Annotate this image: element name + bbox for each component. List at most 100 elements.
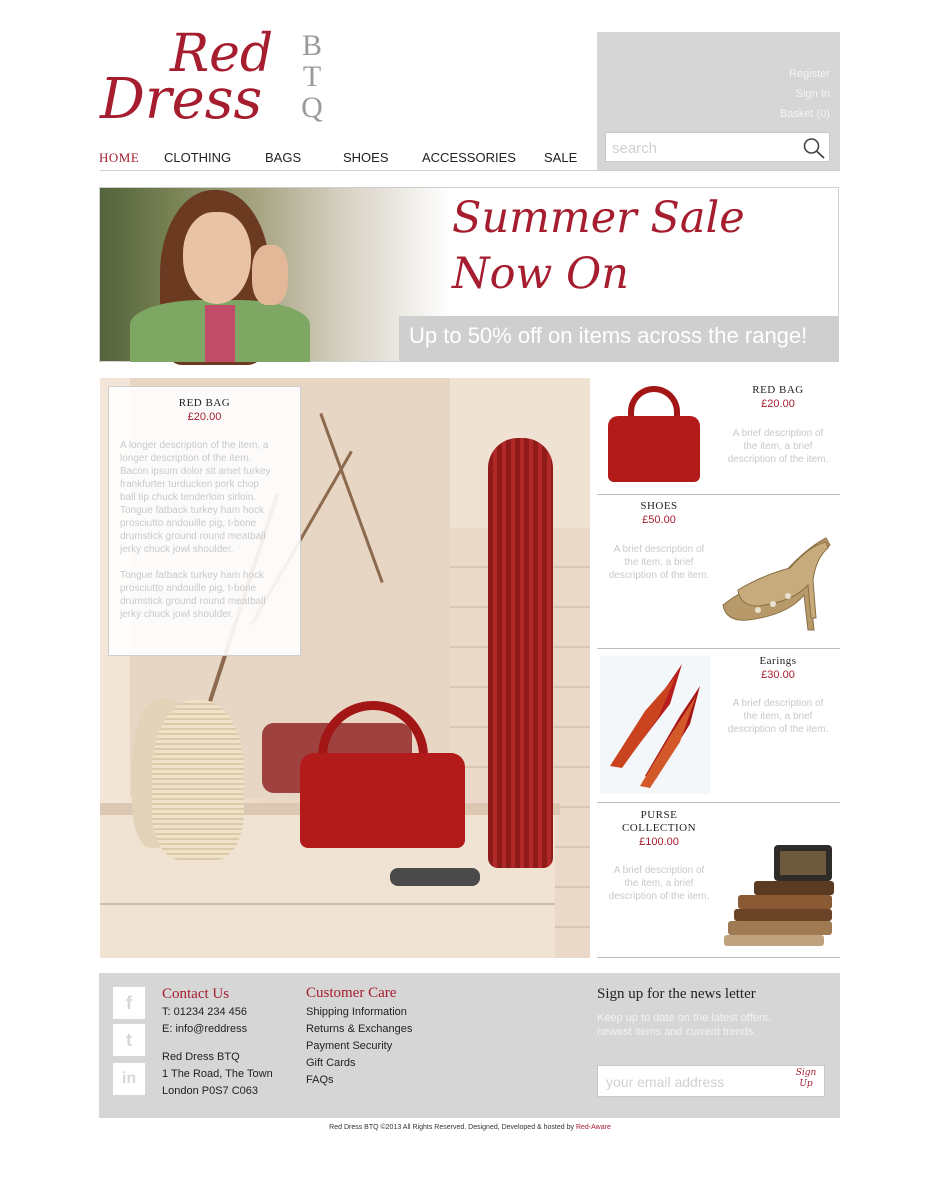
basket-link[interactable]: Basket (0) (780, 108, 830, 120)
product-desc-line: A brief description of (613, 544, 705, 555)
shipping-information-link[interactable]: Shipping Information (306, 1004, 412, 1021)
logo-dress: Dress (100, 67, 263, 132)
feature-desc-line: jerky chuck jowl shoulder. (120, 609, 234, 620)
product-description: A brief description of the item, a brief… (718, 427, 838, 466)
product-price: £50.00 (642, 514, 676, 526)
feature-desc-line: jerky chuck jowl shoulder. (120, 544, 234, 555)
contact-email[interactable]: E: info@reddress (162, 1021, 273, 1038)
banner-title-line1: Summer Sale (452, 193, 745, 243)
product-image-shoes[interactable] (718, 530, 833, 638)
search-input[interactable] (610, 134, 804, 162)
feature-red-bag (300, 753, 465, 848)
contact-heading: Contact Us (162, 986, 230, 1002)
feature-price: £20.00 (187, 411, 222, 423)
sign-up-label: Up (799, 1079, 813, 1089)
feature-description-2: Tongue fatback turkey ham hock prosciutt… (120, 569, 292, 621)
product-desc-line: the item, a brief (743, 441, 813, 452)
red-bag-body (608, 416, 700, 482)
faqs-link[interactable]: FAQs (306, 1072, 412, 1089)
sign-up-button[interactable]: Sign Up (792, 1068, 820, 1090)
logo-btq-letter: T (302, 60, 322, 93)
feature-desc-line: Tongue fatback turkey ham hock (120, 570, 264, 581)
feature-desc-line: frankfurter turducken pork chop (120, 479, 259, 490)
nav-sale[interactable]: SALE (544, 150, 577, 165)
product-description: A brief description of the item, a brief… (718, 697, 838, 736)
product-price: £30.00 (761, 669, 795, 681)
twitter-icon[interactable]: t (113, 1024, 145, 1056)
footer: f t in Contact Us T: 01234 234 456 E: in… (99, 973, 840, 1118)
red-aware-link[interactable]: Red-Aware (576, 1124, 611, 1131)
contact-address-line: London P0S7 C063 (162, 1085, 259, 1097)
feature-desc-line: longer description of the item. (120, 453, 252, 464)
linkedin-icon[interactable]: in (113, 1063, 145, 1095)
product-title[interactable]: RED BAG (718, 384, 838, 397)
feature-desc-line: Tongue fatback turkey ham hock (120, 505, 264, 516)
product-image-red-bag[interactable] (600, 378, 710, 488)
product-desc-line: description of the item. (727, 724, 829, 735)
product-price: £20.00 (761, 398, 795, 410)
feature-desc-line: A longer description of the item, a (120, 440, 269, 451)
nav-bags[interactable]: BAGS (265, 150, 301, 165)
newsletter-desc-line: Keep up to date on the latest offers, (597, 1012, 772, 1024)
product-title-line: COLLECTION (621, 822, 697, 834)
logo[interactable]: Red Dress (100, 28, 290, 128)
product-title[interactable]: SHOES (600, 500, 718, 513)
banner-model-hand (252, 245, 288, 305)
product-desc-line: the item, a brief (743, 711, 813, 722)
account-panel: Register Sign In Basket (0) (597, 32, 840, 170)
feature-shelf-line (100, 903, 555, 905)
logo-btq-letter: B (301, 29, 322, 62)
newsletter-form: Sign Up (597, 1065, 825, 1097)
product-price: £100.00 (639, 836, 679, 848)
nav-shoes[interactable]: SHOES (343, 150, 389, 165)
gift-cards-link[interactable]: Gift Cards (306, 1055, 412, 1072)
sign-in-link[interactable]: Sign In (796, 88, 830, 100)
facebook-icon[interactable]: f (113, 987, 145, 1019)
nav-divider (100, 170, 840, 171)
feature-description: A longer description of the item, a long… (120, 439, 292, 556)
newsletter-heading: Sign up for the news letter (597, 986, 756, 1002)
feature-desc-line: Bacon ipsum dolor sit amet turkey (120, 466, 271, 477)
product-divider (597, 957, 840, 958)
returns-exchanges-link[interactable]: Returns & Exchanges (306, 1021, 412, 1038)
product-title[interactable]: Earings (718, 655, 838, 668)
feature-desc-line: ball tip chuck tenderloin sirloin. (120, 492, 257, 503)
payment-security-link[interactable]: Payment Security (306, 1038, 412, 1055)
product-desc-line: description of the item. (608, 570, 710, 581)
feature-desc-line: prosciutto andouille pig, t-bone (120, 518, 257, 529)
product-description: A brief description of the item, a brief… (600, 864, 718, 903)
nav-home[interactable]: HOME (99, 150, 139, 166)
banner-model-necklace (205, 305, 235, 362)
nav-clothing[interactable]: CLOTHING (164, 150, 231, 165)
product-divider (597, 494, 840, 495)
customer-care-links: Shipping Information Returns & Exchanges… (306, 1004, 412, 1089)
banner-title-line2: Now On (452, 249, 629, 299)
linkedin-glyph: in (121, 1070, 137, 1087)
feature-keys (390, 868, 480, 886)
email-field[interactable] (604, 1067, 793, 1097)
product-image-earrings[interactable] (600, 656, 710, 794)
banner-model-face (183, 212, 251, 304)
banner-subtitle: Up to 50% off on items across the range! (399, 316, 839, 362)
copyright: Red Dress BTQ ©2013 All Rights Reserved.… (0, 1124, 940, 1131)
twitter-glyph: t (126, 1030, 132, 1050)
product-desc-line: the item, a brief (624, 878, 694, 889)
search-icon[interactable] (802, 137, 826, 159)
newsletter-desc-line: newest items and current trends. (597, 1026, 757, 1038)
register-link[interactable]: Register (789, 68, 830, 80)
product-divider (597, 802, 840, 803)
product-desc-line: A brief description of (732, 698, 824, 709)
nav-accessories[interactable]: ACCESSORIES (422, 150, 516, 165)
customer-care-heading: Customer Care (306, 985, 397, 1001)
search-box (605, 132, 830, 162)
product-desc-line: description of the item. (608, 891, 710, 902)
product-title[interactable]: PURSE COLLECTION (600, 809, 718, 835)
product-desc-line: A brief description of (613, 865, 705, 876)
contact-address-line: 1 The Road, The Town (162, 1068, 273, 1080)
contact-details: T: 01234 234 456 E: info@reddress Red Dr… (162, 1004, 273, 1100)
logo-btq-letter: Q (301, 91, 323, 124)
product-image-purses[interactable] (724, 843, 836, 947)
feature-title: RED BAG (178, 397, 231, 409)
sign-up-label: Sign (795, 1068, 817, 1078)
product-desc-line: description of the item. (727, 454, 829, 465)
